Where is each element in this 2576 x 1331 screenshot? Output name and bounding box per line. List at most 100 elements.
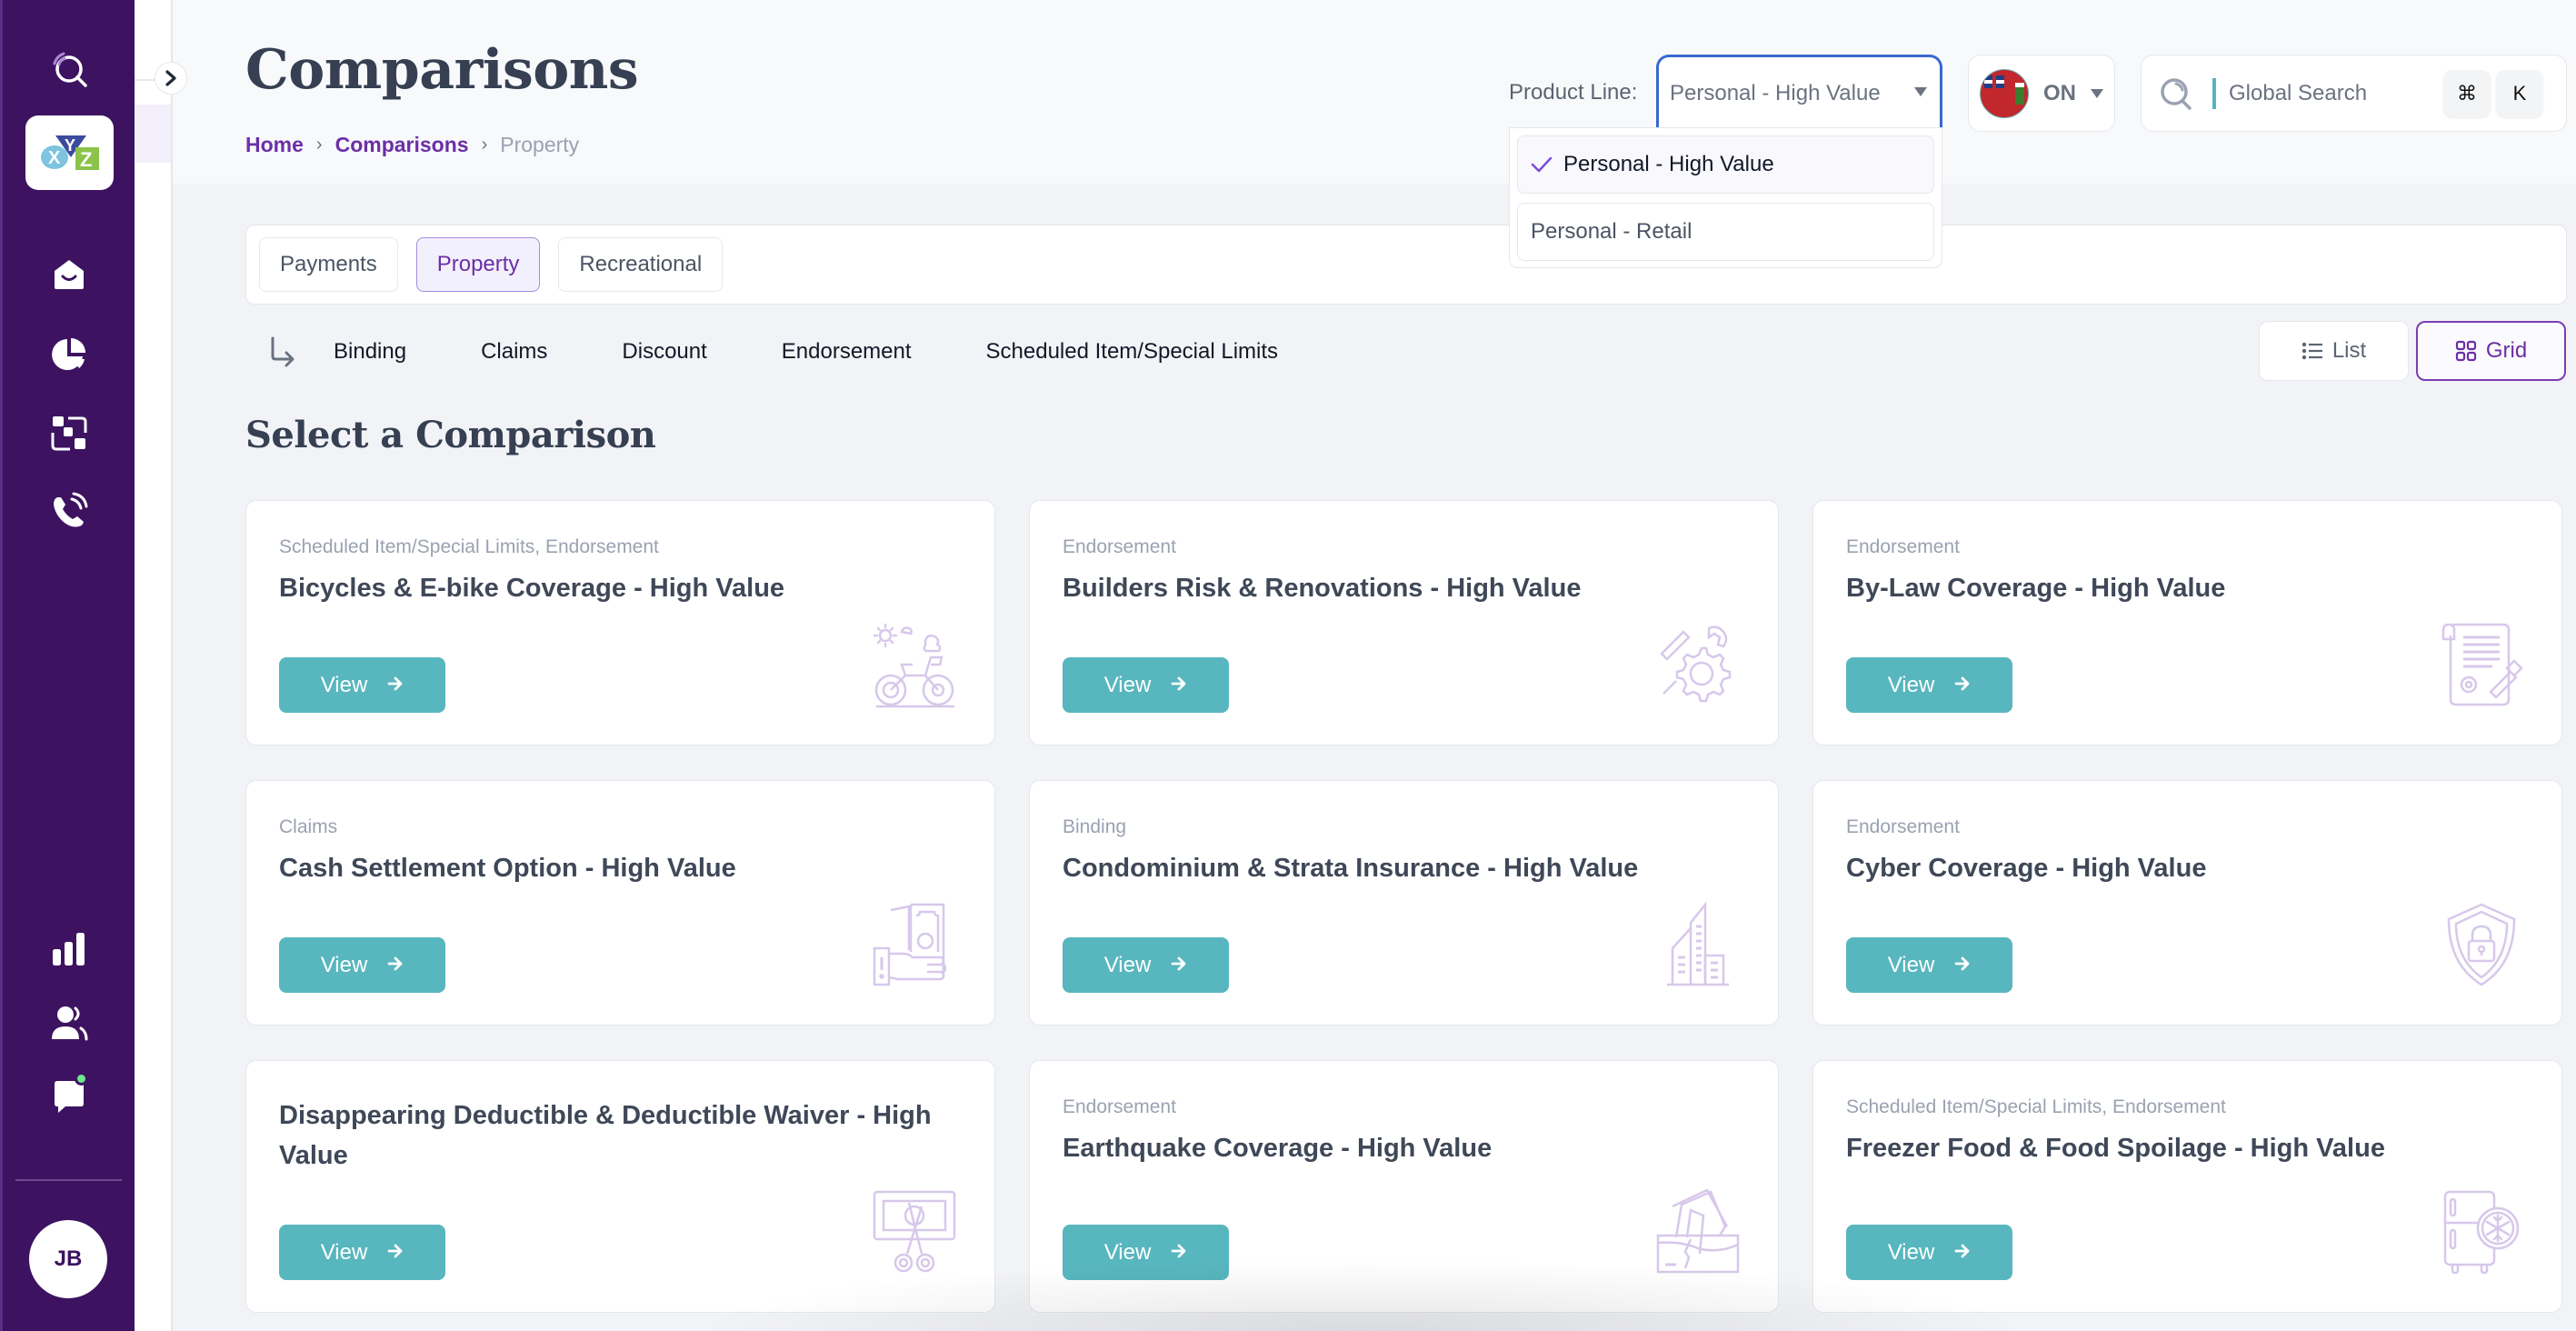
card-title: Freezer Food & Food Spoilage - High Valu… (1846, 1134, 2385, 1163)
view-button-label: View (1887, 952, 1935, 977)
tools-gear-icon (1654, 621, 1742, 708)
page-title: Comparisons (245, 38, 639, 102)
bicycle-icon (871, 621, 958, 708)
shortcut-k-key: K (2496, 69, 2543, 117)
view-button[interactable]: View (279, 657, 445, 713)
product-line-select[interactable]: Personal - High Value (1656, 55, 1942, 129)
grid-view-button[interactable]: Grid (2416, 321, 2566, 381)
arrow-right-icon (387, 673, 404, 698)
notification-dot (74, 1072, 88, 1086)
global-search-input[interactable] (2229, 80, 2438, 106)
company-logo[interactable]: XYZ (25, 115, 114, 190)
list-view-label: List (2331, 338, 2367, 363)
home-icon (54, 260, 84, 289)
comparison-card: Claims Cash Settlement Option - High Valu… (245, 780, 995, 1026)
caret-down-icon (2091, 88, 2103, 98)
sidebar-item-messages[interactable] (47, 1072, 91, 1118)
users-icon (51, 1006, 87, 1041)
sidebar-item-reports[interactable] (47, 927, 91, 971)
subcategory-tabs: Binding Claims Discount Endorsement Sche… (268, 329, 1353, 375)
comparison-card: Scheduled Item/Special Limits, Endorseme… (245, 500, 995, 746)
arrow-right-icon (1171, 673, 1187, 698)
breadcrumb-home[interactable]: Home (245, 133, 304, 157)
breadcrumb-separator: › (315, 135, 323, 155)
pie-chart-icon (51, 338, 85, 370)
card-category: Endorsement (1063, 1096, 1176, 1117)
comparison-card: Disappearing Deductible & Deductible Wai… (245, 1060, 995, 1313)
option-label: Personal - Retail (1531, 219, 1692, 244)
arrow-right-icon (1171, 1240, 1187, 1266)
card-title: Cyber Coverage - High Value (1846, 854, 2207, 883)
search-icon (2161, 77, 2192, 110)
breadcrumb-comparisons[interactable]: Comparisons (335, 133, 469, 157)
arrow-right-icon (387, 1240, 404, 1266)
subtab-claims[interactable]: Claims (481, 339, 547, 365)
view-button[interactable]: View (1846, 1225, 2012, 1280)
view-button[interactable]: View (1063, 1225, 1229, 1280)
subtab-binding[interactable]: Binding (334, 339, 406, 365)
sidebar-item-home[interactable] (47, 253, 91, 296)
card-title: Earthquake Coverage - High Value (1063, 1134, 1493, 1163)
arrow-right-icon (387, 953, 404, 978)
sidebar-divider (15, 1179, 122, 1181)
sidebar: XYZ JB (0, 0, 135, 1331)
buildings-icon (1654, 901, 1742, 988)
freezer-icon (2438, 1188, 2525, 1276)
product-line-dropdown: Personal - High Value Personal - Retail (1509, 127, 1942, 268)
grid-view-label: Grid (2485, 338, 2528, 363)
comparison-card: Endorsement By-Law Coverage - High Value V… (1812, 500, 2562, 746)
tab-recreational[interactable]: Recreational (558, 237, 724, 292)
arrow-right-icon (1954, 953, 1971, 978)
subtab-endorsement[interactable]: Endorsement (782, 339, 912, 365)
card-title: Builders Risk & Renovations - High Value (1063, 574, 1582, 603)
option-label: Personal - High Value (1563, 152, 1774, 176)
product-line-option-high-value[interactable]: Personal - High Value (1517, 135, 1934, 194)
view-button[interactable]: View (1063, 657, 1229, 713)
province-select[interactable]: ON (1968, 55, 2115, 132)
card-title: Condominium & Strata Insurance - High Va… (1063, 854, 1639, 883)
card-title: Disappearing Deductible & Deductible Wai… (279, 1101, 932, 1170)
view-button[interactable]: View (279, 937, 445, 993)
view-button[interactable]: View (279, 1225, 445, 1280)
shield-lock-icon (2438, 901, 2525, 988)
global-search[interactable]: ⌘ K (2141, 55, 2567, 132)
bar-chart-icon (52, 933, 85, 966)
tab-property[interactable]: Property (415, 237, 541, 292)
list-icon (2301, 342, 2322, 360)
list-view-button[interactable]: List (2259, 321, 2409, 381)
card-category: Endorsement (1846, 536, 1960, 557)
ontario-flag-icon (1980, 68, 2029, 118)
legal-document-icon (2438, 621, 2525, 708)
view-button[interactable]: View (1846, 657, 2012, 713)
expand-panel-button[interactable] (155, 62, 187, 95)
sidebar-item-users[interactable] (47, 1002, 91, 1046)
sidebar-item-search-radar[interactable] (47, 47, 91, 91)
view-button[interactable]: View (1063, 937, 1229, 993)
view-button-label: View (320, 672, 368, 697)
sidebar-item-calls[interactable] (47, 489, 91, 533)
breadcrumb: Home › Comparisons › Property (245, 133, 579, 157)
card-title: Cash Settlement Option - High Value (279, 854, 736, 883)
view-button-label: View (320, 952, 368, 977)
view-button-label: View (1887, 1239, 1935, 1265)
scan-blocks-icon (51, 416, 86, 451)
product-line-label: Product Line: (1509, 80, 1638, 105)
tab-payments[interactable]: Payments (259, 237, 398, 292)
sidebar-item-workflow[interactable] (47, 411, 91, 455)
comparison-card: Scheduled Item/Special Limits, Endorseme… (1812, 1060, 2562, 1313)
secondary-panel-highlight (135, 105, 171, 163)
view-button[interactable]: View (1846, 937, 2012, 993)
phone-call-icon (53, 492, 87, 527)
comparison-card: Endorsement Cyber Coverage - High Value Vi… (1812, 780, 2562, 1026)
view-button-label: View (1887, 672, 1935, 697)
sidebar-item-analytics[interactable] (47, 333, 91, 376)
product-line-option-retail[interactable]: Personal - Retail (1517, 203, 1934, 261)
avatar[interactable]: JB (29, 1220, 107, 1298)
card-category: Binding (1063, 816, 1127, 837)
arrow-right-icon (1954, 673, 1971, 698)
chevron-right-icon (165, 70, 176, 86)
check-icon (1531, 155, 1558, 174)
breadcrumb-separator: › (481, 135, 488, 155)
subtab-discount[interactable]: Discount (622, 339, 706, 365)
subtab-scheduled-item[interactable]: Scheduled Item/Special Limits (986, 339, 1279, 365)
